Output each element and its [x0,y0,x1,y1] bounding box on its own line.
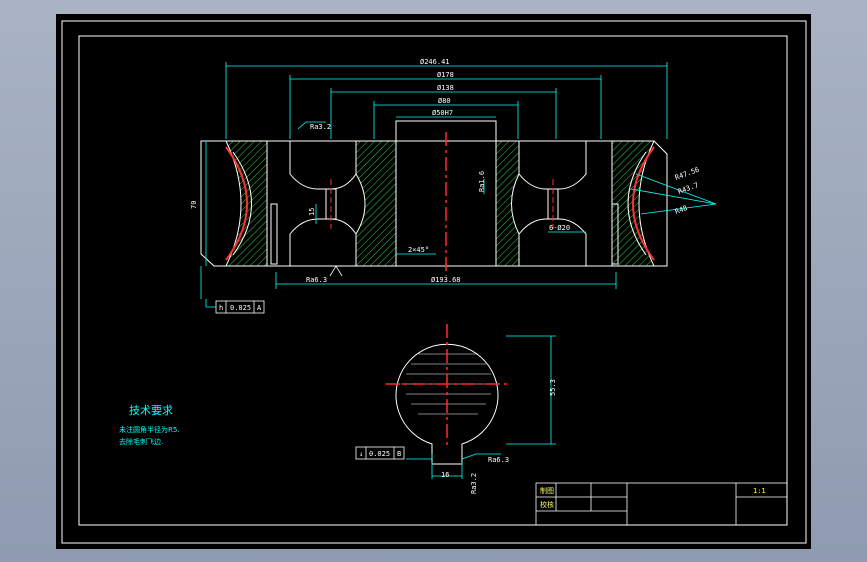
section-view [200,120,668,276]
dim-dia-138: Ø138 [437,84,454,92]
tol2-datum: B [397,450,401,458]
roughness-key: Ra3.2 [470,473,478,494]
dim-height: 70 [190,201,198,209]
tol2-value: 0.025 [369,450,390,458]
title-drawn-label: 制图 [540,486,554,495]
dim-key-width: 16 [441,471,449,479]
tolerance-frame-2: ↓ 0.025 B [355,446,405,460]
tech-req-title: 技术要求 [129,404,173,417]
dim-holes: 6-Ø20 [549,224,570,232]
dim-web-width: 15 [308,208,316,216]
tol1-value: 0.025 [230,304,251,312]
cad-drawing: Ø246.41 Ø178 Ø138 Ø80 Ø50H7 70 15 2×45° … [61,20,807,544]
title-scale: 1:1 [753,487,766,495]
drawing-viewport[interactable]: Ø246.41 Ø178 Ø138 Ø80 Ø50H7 70 15 2×45° … [56,14,811,549]
tolerance-frame-1: h 0.025 A [205,299,265,314]
roughness-symbol-bottom [329,265,343,277]
dim-base-dia: Ø193.68 [431,276,461,284]
dim-bore-dia: Ø50H7 [432,109,453,117]
dim-outer-dia: Ø178 [437,71,454,79]
tech-req-line1: 未注圆角半径为R5. [119,425,180,434]
roughness-bore: Ra1.6 [478,171,486,192]
dim-overall-dia: Ø246.41 [420,58,450,66]
dim-groove-r1: R47.56 [674,166,701,182]
dim-keyway-depth: 55.3 [549,379,557,396]
dim-groove-r3: R48 [674,204,689,216]
left-slot [270,203,278,265]
title-block [535,482,788,526]
roughness-bottom: Ra6.3 [306,276,327,284]
dim-dia-80: Ø80 [438,97,451,105]
tech-req-line2: 去除毛刺飞边. [119,437,163,446]
left-hub-hatch [355,140,397,267]
title-checked-label: 校核 [540,500,554,509]
roughness-section: Ra6.3 [488,456,509,464]
left-pocket-bottom [289,218,357,266]
roughness-top: Ra3.2 [310,123,331,131]
plan-view [386,324,556,479]
tol1-symbol: h [219,304,223,312]
tol1-datum: A [257,304,262,312]
right-hub-hatch [495,140,520,267]
left-pocket [289,141,357,190]
dim-chamfer: 2×45° [408,246,429,254]
tol2-symbol: ↓ [359,450,363,458]
